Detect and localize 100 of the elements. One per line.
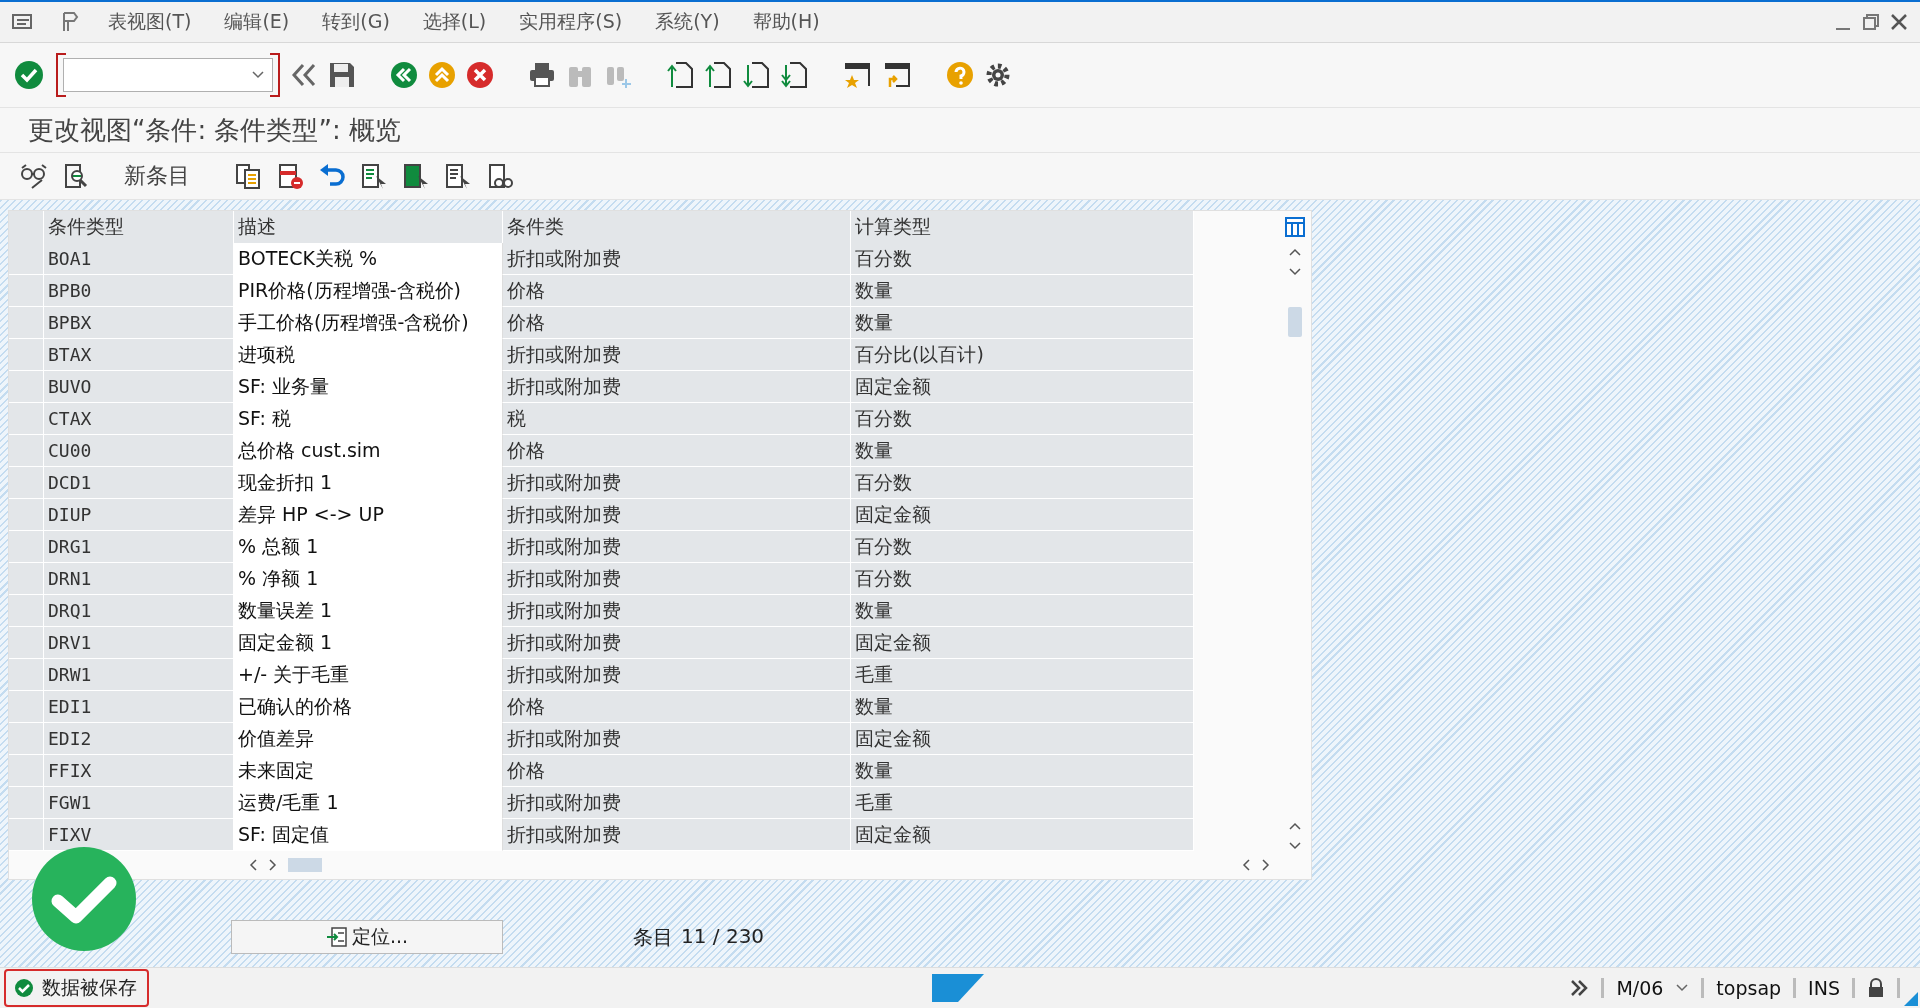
input-field[interactable]: PIR价格(历程增强-含税价) <box>234 275 503 307</box>
print-icon[interactable] <box>528 61 556 89</box>
menu-item[interactable]: 帮助(H) <box>752 9 820 35</box>
table-cell: 数量 <box>851 595 1194 627</box>
column-header[interactable]: 条件类型 <box>44 211 234 243</box>
position-icon <box>325 926 348 948</box>
scroll-up-icon[interactable] <box>1288 247 1302 257</box>
table-cell: 数量 <box>851 435 1194 467</box>
column-header[interactable]: 计算类型 <box>851 211 1194 243</box>
previous-page-icon[interactable] <box>704 61 732 89</box>
table-cell: 折扣或附加费 <box>503 371 851 403</box>
back-icon[interactable] <box>390 61 418 89</box>
table-cell: 百分数 <box>851 531 1194 563</box>
copy-icon[interactable] <box>234 162 262 190</box>
position-button[interactable]: 定位... <box>231 920 503 954</box>
menu-item[interactable]: 选择(L) <box>422 9 487 35</box>
cancel-icon[interactable] <box>466 61 494 89</box>
table-cell: DRV1 <box>44 627 234 659</box>
menu-item[interactable]: 编辑(E) <box>224 9 290 35</box>
table-cell: CU00 <box>44 435 234 467</box>
column-header[interactable]: 条件类 <box>503 211 851 243</box>
settings-icon[interactable] <box>984 61 1012 89</box>
first-page-icon[interactable] <box>666 61 694 89</box>
next-page-icon[interactable] <box>742 61 770 89</box>
input-field[interactable]: +/- 关于毛重 <box>234 659 503 691</box>
table-cell: 折扣或附加费 <box>503 467 851 499</box>
select-block-icon[interactable] <box>402 162 430 190</box>
table-cell: 价格 <box>503 691 851 723</box>
new-entries-button[interactable]: 新条目 <box>118 159 196 193</box>
dropdown-caret-icon[interactable] <box>252 71 264 79</box>
input-field[interactable]: 进项税 <box>234 339 503 371</box>
scroll-left-icon[interactable] <box>1241 858 1251 872</box>
table-cell: 价格 <box>503 435 851 467</box>
input-field[interactable]: SF: 业务量 <box>234 371 503 403</box>
double-chevron-icon[interactable] <box>290 61 318 89</box>
menu-item[interactable]: 实用程序(S) <box>519 9 623 35</box>
window-star-icon[interactable] <box>842 61 872 89</box>
document-search-icon[interactable] <box>62 162 90 190</box>
document-glasses-icon[interactable] <box>486 162 514 190</box>
input-field[interactable]: % 总额 1 <box>234 531 503 563</box>
enter-icon[interactable] <box>14 60 44 90</box>
close-icon[interactable] <box>1890 13 1908 31</box>
save-icon[interactable] <box>328 61 356 89</box>
select-all-icon[interactable] <box>360 162 388 190</box>
menu-item[interactable]: 系统(Y) <box>655 9 720 35</box>
table-cell: FGW1 <box>44 787 234 819</box>
table-cell: 折扣或附加费 <box>503 723 851 755</box>
scroll-up-icon[interactable] <box>1288 821 1302 831</box>
table-cell: BPB0 <box>44 275 234 307</box>
input-field[interactable]: 总价格 cust.sim <box>234 435 503 467</box>
scroll-right-icon[interactable] <box>1261 858 1271 872</box>
scrollbar-thumb[interactable] <box>288 858 322 872</box>
input-field[interactable]: 价值差异 <box>234 723 503 755</box>
table-cell: BTAX <box>44 339 234 371</box>
table-cell: 税 <box>503 403 851 435</box>
input-field[interactable]: SF: 税 <box>234 403 503 435</box>
table-cell: DRW1 <box>44 659 234 691</box>
dropdown-caret-icon[interactable] <box>1675 983 1690 993</box>
input-field[interactable]: 已确认的价格 <box>234 691 503 723</box>
menu-item[interactable]: 转到(G) <box>322 9 390 35</box>
double-chevron-icon[interactable] <box>1569 978 1590 998</box>
logo-icon <box>932 974 984 1002</box>
table-cell: 价格 <box>503 307 851 339</box>
scroll-down-icon[interactable] <box>1288 267 1302 277</box>
input-field[interactable]: BOTECK关税 % <box>234 243 503 275</box>
last-page-icon[interactable] <box>780 61 808 89</box>
scroll-down-icon[interactable] <box>1288 841 1302 851</box>
deselect-all-icon[interactable] <box>444 162 472 190</box>
table-cell: DRN1 <box>44 563 234 595</box>
scroll-right-icon[interactable] <box>268 858 278 872</box>
table-cell: 数量 <box>851 755 1194 787</box>
glasses-pencil-icon[interactable] <box>20 162 48 190</box>
input-field[interactable]: 差异 HP <-> UP <box>234 499 503 531</box>
input-field[interactable]: SF: 固定值 <box>234 819 503 851</box>
menu-item[interactable]: 表视图(T) <box>108 9 192 35</box>
restore-icon[interactable] <box>1862 13 1880 31</box>
input-field[interactable]: 手工价格(历程增强-含税价) <box>234 307 503 339</box>
resize-grip-icon[interactable] <box>1904 992 1918 1006</box>
window-arrow-icon[interactable] <box>882 61 912 89</box>
input-field[interactable]: 数量误差 1 <box>234 595 503 627</box>
table-cell: EDI1 <box>44 691 234 723</box>
input-field[interactable]: 未来固定 <box>234 755 503 787</box>
column-header[interactable]: 描述 <box>234 211 503 243</box>
table-cell: 折扣或附加费 <box>503 787 851 819</box>
input-field[interactable]: 固定金额 1 <box>234 627 503 659</box>
input-field[interactable]: 现金折扣 1 <box>234 467 503 499</box>
table-cell: 百分数 <box>851 403 1194 435</box>
table-cell: 百分数 <box>851 243 1194 275</box>
column-settings-icon[interactable] <box>1285 217 1305 237</box>
table-cell: DRG1 <box>44 531 234 563</box>
table-cell: CTAX <box>44 403 234 435</box>
delete-row-icon[interactable] <box>276 162 304 190</box>
menu-icon[interactable] <box>12 13 34 31</box>
status-message: 数据被保存 <box>4 969 149 1007</box>
table-cell: 折扣或附加费 <box>503 243 851 275</box>
scroll-left-icon[interactable] <box>248 858 258 872</box>
input-field[interactable]: 运费/毛重 1 <box>234 787 503 819</box>
table-cell: BUVO <box>44 371 234 403</box>
input-field[interactable]: % 净额 1 <box>234 563 503 595</box>
scrollbar-thumb[interactable] <box>1288 307 1302 337</box>
